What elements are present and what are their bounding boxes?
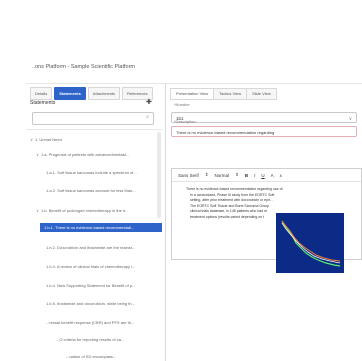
tree-item-1b8[interactable]: ...nation of SD encompass... <box>66 352 156 361</box>
tree-item-unmet-need[interactable]: ∨ 1. Unmet Need <box>30 135 155 144</box>
tree-item-1a2[interactable]: 1.a.2. Soft tissue sarcomas account for … <box>46 186 156 195</box>
statements-label: Statements <box>30 100 56 106</box>
number-select[interactable]: 1b1 ∨ <box>171 112 357 123</box>
editor-bullet: setting, after prior treatment with doxo… <box>190 198 273 203</box>
header-divider <box>26 83 362 84</box>
tree-item-1b6[interactable]: ...ressal benefit response (CBR) and PFS… <box>46 318 156 327</box>
panel-splitter[interactable] <box>165 84 166 361</box>
chevron-down-icon: ∨ <box>36 208 39 213</box>
tab-tactics-view[interactable]: Tactics View <box>213 88 247 100</box>
chevron-down-icon: ∨ <box>36 152 39 157</box>
statements-search-input[interactable]: ⌕ <box>32 112 154 125</box>
chevron-down-icon[interactable]: ⇕ <box>235 172 239 178</box>
chart-curve-orange <box>281 220 341 262</box>
left-tab-bar: Details Statements Attachments Reference… <box>30 87 153 100</box>
embedded-chart-image <box>276 213 344 273</box>
chevron-down-icon[interactable]: ∨ <box>349 113 352 124</box>
tree-item-1b5[interactable]: 1.b.5. Ifosfamide and doxorubicin, while… <box>46 299 156 308</box>
italic-button[interactable]: I <box>254 173 255 178</box>
number-label: *Number <box>174 102 190 107</box>
tab-statements[interactable]: Statements <box>54 87 86 100</box>
tree-item-1b1[interactable]: 1.b.1. There is no evidence-based recomm… <box>40 223 162 232</box>
tree-item-1b4[interactable]: 1.b.4. New Supporting Statement for Bene… <box>46 281 156 290</box>
add-statement-icon[interactable]: ✚ <box>146 98 152 106</box>
underline-button[interactable]: U <box>261 173 264 178</box>
text-color-button[interactable]: A <box>271 173 274 178</box>
tree-item-1b3[interactable]: 1.b.3. A review of clinical trials of ch… <box>46 262 156 271</box>
tab-presentation-view[interactable]: Presentation View <box>170 88 214 100</box>
editor-paragraph: There is no evidence-based recommendatio… <box>186 187 283 191</box>
app-window: ..ons Platform - Sample Scientific Platf… <box>0 0 362 361</box>
font-family-select[interactable]: Sans Serif <box>178 173 199 178</box>
tree-item-1a[interactable]: ∨ 1.a. Prognosis of patients with advance… <box>36 150 156 159</box>
chart-image-graphic <box>281 220 341 267</box>
sidebar-divider <box>26 129 162 130</box>
chevron-down-icon[interactable]: ⇕ <box>205 172 209 178</box>
page-title: ..ons Platform - Sample Scientific Platf… <box>32 64 136 70</box>
editor-bullet: The EORTC Soft Tissue and Bone Sarcoma G… <box>190 203 270 208</box>
tree-item-1a1[interactable]: 1.a.1. Soft tissue sarcomas include a sp… <box>46 168 156 177</box>
description-field[interactable]: There is no evidence-based recommendatio… <box>171 126 357 137</box>
tree-item-1b2[interactable]: 1.b.2. Doxorubicin and ifosfamide are th… <box>46 243 156 252</box>
tab-attachments[interactable]: Attachments <box>87 87 121 100</box>
sidebar-scrollbar[interactable] <box>157 132 161 218</box>
clear-format-button[interactable]: x <box>280 173 282 178</box>
font-size-select[interactable]: Normal <box>215 173 230 178</box>
tree-item-1b[interactable]: ∨ 1.b. Benefit of prolonged chemotherapy … <box>36 206 156 215</box>
description-label: *Description <box>174 119 196 124</box>
tab-slide-view[interactable]: Slide View <box>246 88 277 100</box>
search-icon[interactable]: ⌕ <box>146 114 149 120</box>
chevron-down-icon: ∨ <box>30 137 33 142</box>
bold-button[interactable]: B <box>245 173 248 178</box>
tab-details[interactable]: Details <box>30 87 53 100</box>
editor-bullet: In a randomized, Phase III study from th… <box>190 192 275 197</box>
view-tab-bar: Presentation View Tactics View Slide Vie… <box>170 88 277 100</box>
chart-curve-green <box>281 220 341 267</box>
editor-toolbar: Sans Serif ⇕ Normal ⇕ B I U A x <box>172 169 361 182</box>
tree-item-1b7[interactable]: ...O criteria for reporting results of c… <box>56 335 156 344</box>
